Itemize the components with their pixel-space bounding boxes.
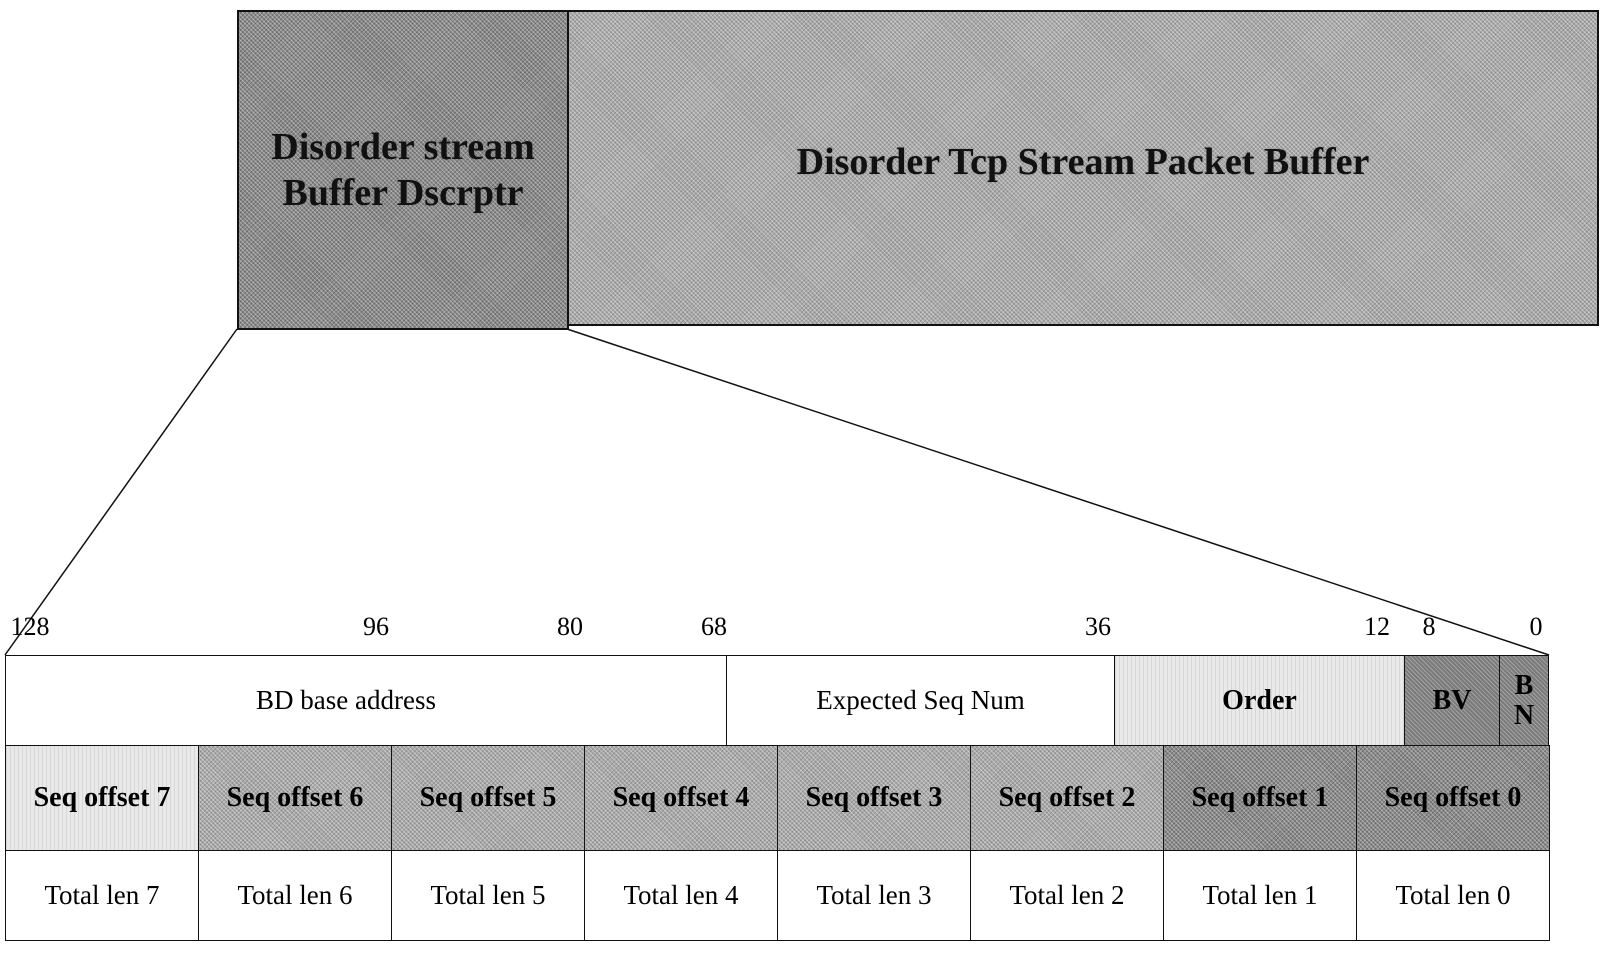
total-len-cell: Total len 6 — [198, 850, 392, 941]
bv-field: BV — [1404, 655, 1500, 746]
total-len-cell: Total len 2 — [970, 850, 1164, 941]
bn-label-line2: N — [1513, 699, 1535, 731]
connector-line-right — [566, 328, 1550, 656]
total-len-cell: Total len 0 — [1356, 850, 1550, 941]
descriptor-label: Disorder stream Buffer Dscrptr — [271, 124, 534, 216]
packet-buffer-box: Disorder Tcp Stream Packet Buffer — [567, 10, 1599, 326]
seq-offset-label: Seq offset 6 — [226, 782, 364, 813]
seq-offset-cell: Seq offset 5 — [391, 745, 585, 851]
bn-field: B N — [1499, 655, 1549, 746]
bd-base-address-field: BD base address — [5, 655, 727, 746]
packet-buffer-label: Disorder Tcp Stream Packet Buffer — [796, 141, 1370, 183]
seq-offset-label: Seq offset 2 — [998, 782, 1136, 813]
descriptor-label-line1: Disorder stream — [271, 126, 535, 168]
total-len-label: Total len 7 — [44, 880, 160, 910]
bit-label-68: 68 — [701, 612, 727, 641]
seq-offset-label: Seq offset 7 — [33, 782, 171, 813]
total-len-label: Total len 1 — [1202, 880, 1318, 910]
seq-offset-label: Seq offset 3 — [805, 782, 943, 813]
bv-label: BV — [1432, 684, 1472, 716]
total-len-cell: Total len 1 — [1163, 850, 1357, 941]
total-len-cell: Total len 3 — [777, 850, 971, 941]
bit-label-80: 80 — [557, 612, 583, 641]
order-field: Order — [1114, 655, 1405, 746]
total-len-cell: Total len 7 — [5, 850, 199, 941]
bit-label-36: 36 — [1085, 612, 1111, 641]
seq-offset-cell: Seq offset 6 — [198, 745, 392, 851]
bit-label-8: 8 — [1422, 612, 1436, 641]
bit-label-12: 12 — [1364, 612, 1390, 641]
bit-label-128: 128 — [10, 612, 50, 641]
seq-offset-cell: Seq offset 7 — [5, 745, 199, 851]
seq-offset-label: Seq offset 4 — [612, 782, 750, 813]
descriptor-label-line2: Buffer Dscrptr — [282, 172, 524, 214]
connector-line-left — [4, 328, 238, 656]
order-label: Order — [1222, 684, 1297, 716]
seq-offset-cell: Seq offset 2 — [970, 745, 1164, 851]
expected-seq-num-label: Expected Seq Num — [816, 685, 1025, 715]
bit-label-0: 0 — [1529, 612, 1543, 641]
seq-offset-label: Seq offset 5 — [419, 782, 557, 813]
descriptor-box: Disorder stream Buffer Dscrptr — [237, 10, 569, 330]
seq-offset-cell: Seq offset 4 — [584, 745, 778, 851]
total-len-cell: Total len 4 — [584, 850, 778, 941]
total-len-label: Total len 2 — [1009, 880, 1125, 910]
expected-seq-num-field: Expected Seq Num — [726, 655, 1115, 746]
total-len-cell: Total len 5 — [391, 850, 585, 941]
seq-offset-cell: Seq offset 0 — [1356, 745, 1550, 851]
total-len-label: Total len 0 — [1395, 880, 1511, 910]
total-len-label: Total len 5 — [430, 880, 546, 910]
seq-offset-label: Seq offset 0 — [1384, 782, 1522, 813]
seq-offset-cell: Seq offset 1 — [1163, 745, 1357, 851]
total-len-label: Total len 6 — [237, 880, 353, 910]
total-len-label: Total len 4 — [623, 880, 739, 910]
bn-label-line1: B — [1514, 669, 1534, 701]
seq-offset-cell: Seq offset 3 — [777, 745, 971, 851]
bit-label-96: 96 — [363, 612, 389, 641]
bd-base-address-label: BD base address — [256, 685, 436, 715]
total-len-label: Total len 3 — [816, 880, 932, 910]
seq-offset-label: Seq offset 1 — [1191, 782, 1329, 813]
